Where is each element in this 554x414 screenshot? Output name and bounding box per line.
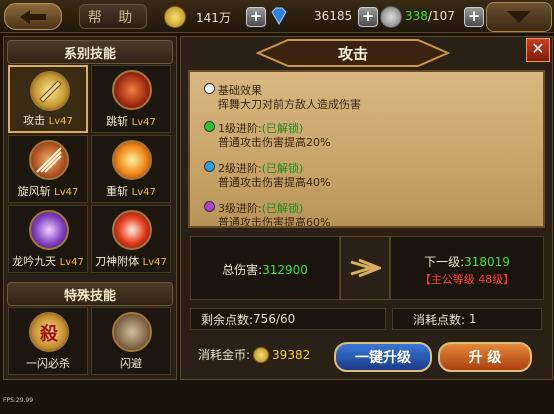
special-skills-header: 特殊技能 bbox=[7, 282, 173, 306]
remaining-points-value: 756/60 bbox=[253, 312, 296, 326]
skill-jump-slash[interactable]: 跳斩 Lv47 bbox=[91, 65, 171, 133]
jump-slash-skill-icon bbox=[112, 70, 152, 110]
upgrade-arrow bbox=[340, 236, 390, 300]
add-diamond-button[interactable]: + bbox=[358, 7, 378, 27]
remaining-points-label: 剩余点数: bbox=[201, 312, 254, 327]
bullet-icon bbox=[204, 83, 215, 94]
next-level-label: 下一级: bbox=[424, 255, 465, 269]
stamina-max: /107 bbox=[427, 9, 455, 23]
skill-level: Lv47 bbox=[54, 187, 79, 198]
skill-title: 攻击 bbox=[337, 45, 368, 63]
next-level-box: 下一级:318019 【主公等级 48级】 bbox=[390, 236, 544, 300]
skill-title-banner: 攻击 bbox=[248, 38, 458, 68]
skill-level: Lv47 bbox=[131, 117, 156, 128]
next-level-value: 318019 bbox=[464, 255, 510, 269]
skill-name: 龙吟九天 bbox=[12, 255, 57, 268]
gold-cost: 消耗金币: 39382 bbox=[198, 346, 310, 363]
stamina-current: 338 bbox=[405, 9, 428, 23]
dodge-skill-icon bbox=[112, 312, 152, 352]
skill-name: 刀神附体 bbox=[95, 255, 140, 268]
diamond-icon bbox=[268, 5, 290, 27]
skill-flash-kill[interactable]: 殺 一闪必杀 bbox=[8, 307, 88, 375]
menu-dropdown-button[interactable] bbox=[486, 2, 552, 32]
close-button[interactable]: ✕ bbox=[526, 38, 550, 62]
kill-glyph: 殺 bbox=[40, 324, 58, 345]
level-requirement: 【主公等级 48级】 bbox=[419, 273, 515, 286]
add-stamina-button[interactable]: + bbox=[464, 7, 484, 27]
heavy-slash-skill-icon bbox=[112, 140, 152, 180]
effect-desc: 普通攻击伤害提高20% bbox=[218, 136, 331, 149]
gold-coin-icon bbox=[164, 6, 186, 28]
skill-level: Lv47 bbox=[48, 116, 73, 127]
cost-points-value: 1 bbox=[468, 312, 477, 326]
stamina-orb-icon bbox=[380, 6, 402, 28]
one-click-upgrade-button[interactable]: 一键升级 bbox=[334, 342, 432, 372]
dragon-roar-skill-icon bbox=[29, 210, 69, 250]
back-button[interactable] bbox=[4, 3, 62, 30]
chevron-down-icon bbox=[507, 11, 531, 23]
stamina-amount: 338/107 bbox=[405, 9, 455, 23]
skill-dragon-roar[interactable]: 龙吟九天 Lv47 bbox=[8, 205, 88, 273]
total-damage-value: 312900 bbox=[262, 263, 308, 277]
fps-counter: FPS:29.99 bbox=[3, 397, 34, 404]
diamond-amount: 36185 bbox=[314, 9, 353, 23]
skill-name: 一闪必杀 bbox=[26, 357, 70, 370]
effects-scroll[interactable]: 基础效果 挥舞大刀对前方敌人造成伤害 1级进阶:(已解锁) 普通攻击伤害提高20… bbox=[188, 70, 545, 228]
skill-name: 跳斩 bbox=[106, 115, 129, 128]
skill-name: 重斩 bbox=[106, 185, 129, 198]
remaining-points: 剩余点数: 756/60 bbox=[190, 308, 386, 330]
skill-level: Lv47 bbox=[142, 257, 167, 268]
effect-desc: 挥舞大刀对前方敌人造成伤害 bbox=[218, 98, 361, 111]
back-arrow-icon bbox=[20, 9, 46, 24]
whirlwind-skill-icon bbox=[29, 140, 69, 180]
arrow-right-icon bbox=[350, 258, 381, 278]
bullet-icon bbox=[204, 201, 215, 212]
cost-points-label: 消耗点数: bbox=[413, 312, 466, 327]
cost-points: 消耗点数: 1 bbox=[392, 308, 542, 330]
current-damage-box: 总伤害:312900 bbox=[190, 236, 340, 300]
skill-dodge[interactable]: 闪避 bbox=[91, 307, 171, 375]
skill-heavy-slash[interactable]: 重斩 Lv47 bbox=[91, 135, 171, 203]
upgrade-button[interactable]: 升 级 bbox=[438, 342, 532, 372]
series-skills-header: 系别技能 bbox=[7, 40, 173, 64]
skill-name: 攻击 bbox=[23, 114, 46, 127]
skill-name: 闪避 bbox=[120, 357, 142, 370]
skill-blade-god[interactable]: 刀神附体 Lv47 bbox=[91, 205, 171, 273]
total-damage-label: 总伤害: bbox=[222, 263, 263, 277]
effect-desc: 普通攻击伤害提高60% bbox=[218, 216, 331, 228]
add-gold-button[interactable]: + bbox=[246, 7, 266, 27]
skill-whirlwind[interactable]: 旋风斩 Lv47 bbox=[8, 135, 88, 203]
skill-level: Lv47 bbox=[59, 257, 84, 268]
blade-god-skill-icon bbox=[112, 210, 152, 250]
skill-name: 旋风斩 bbox=[17, 185, 51, 198]
flash-kill-skill-icon: 殺 bbox=[29, 312, 69, 352]
bullet-icon bbox=[204, 161, 215, 172]
skill-attack[interactable]: 攻击 Lv47 bbox=[8, 65, 88, 133]
help-button[interactable]: 帮 助 bbox=[79, 4, 147, 29]
gold-cost-value: 39382 bbox=[272, 347, 311, 362]
gold-amount: 141万 bbox=[196, 11, 231, 25]
gold-cost-label: 消耗金币: bbox=[198, 348, 251, 362]
effect-desc: 普通攻击伤害提高40% bbox=[218, 176, 331, 189]
gold-coins-icon bbox=[253, 346, 270, 363]
skill-level: Lv47 bbox=[131, 187, 156, 198]
attack-skill-icon bbox=[30, 71, 70, 111]
bullet-icon bbox=[204, 121, 215, 132]
